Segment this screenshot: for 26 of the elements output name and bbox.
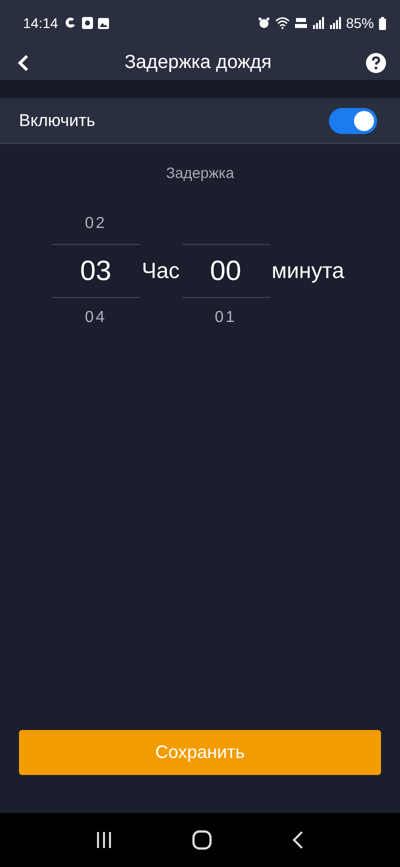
battery-icon [379,16,386,30]
signal-icon [312,17,324,29]
notification-icon [65,17,78,29]
picker-option[interactable]: 01 [214,309,237,327]
status-time: 14:14 [23,15,58,31]
unit-label: минута [270,258,346,284]
alarm-icon [258,17,270,29]
toggle-label: Включить [19,110,96,130]
help-button[interactable] [366,53,386,73]
picker-label: Задержка [166,165,234,182]
battery-level: 85% [346,15,374,31]
picker-option[interactable]: 04 [84,309,107,327]
image-icon [98,18,110,28]
enable-switch[interactable] [329,108,377,134]
screen-title: Задержка дождя [124,52,272,74]
app-icon [82,17,94,29]
wifi-icon [274,17,290,29]
picker-value[interactable]: 03 [80,255,112,287]
home-icon[interactable] [192,830,212,850]
back-button[interactable] [16,54,30,72]
picker-value[interactable]: 00 [210,255,242,287]
back-icon[interactable] [292,831,304,849]
unit-label: Час [140,258,181,284]
recent-apps-icon[interactable] [96,832,112,848]
signal-icon [328,17,341,29]
picker-option[interactable]: 02 [84,215,107,233]
